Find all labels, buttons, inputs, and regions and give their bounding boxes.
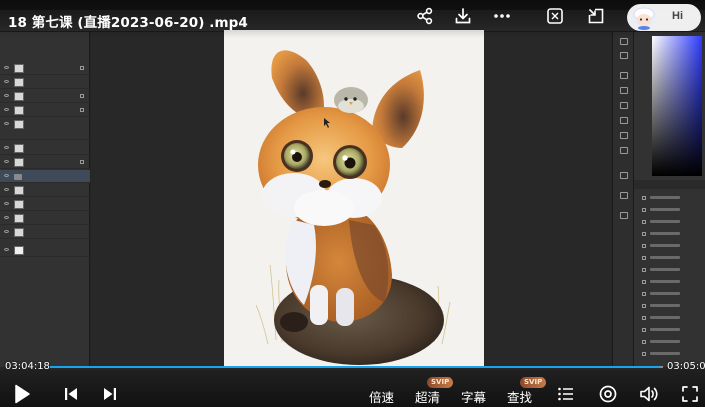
fullscreen-button[interactable]	[679, 383, 701, 405]
settings-button[interactable]	[597, 383, 619, 405]
volume-icon	[640, 386, 658, 402]
video-frame	[0, 0, 705, 407]
ps-layer-row	[0, 62, 90, 75]
ps-right-tabs	[634, 180, 705, 189]
target-settings-icon	[599, 385, 617, 403]
video-title: 18 第七课 (直播2023-06-20) .mp4	[8, 15, 248, 31]
screenshot-button[interactable]	[543, 4, 567, 28]
fullscreen-icon	[682, 386, 698, 402]
more-button[interactable]	[490, 4, 514, 28]
pip-window-button[interactable]	[584, 4, 608, 28]
ps-layer-group	[0, 170, 90, 183]
ps-layer-row	[0, 76, 90, 89]
subtitle-button[interactable]: 字幕	[461, 387, 486, 406]
search-button[interactable]: 查找	[507, 387, 532, 406]
more-dots-icon	[494, 14, 510, 18]
ps-layer-row	[0, 118, 90, 140]
skip-previous-icon	[65, 388, 77, 400]
player-top-bar: 18 第七课 (直播2023-06-20) .mp4 Hi	[0, 0, 705, 38]
ps-layers-panel	[0, 32, 90, 367]
ps-layer-row	[0, 184, 90, 197]
playlist-button[interactable]	[556, 383, 576, 405]
ps-layer-row	[0, 198, 90, 211]
share-icon	[417, 7, 433, 25]
search-svip-badge: SVIP	[520, 377, 547, 388]
play-icon	[15, 384, 30, 404]
next-button[interactable]	[99, 383, 121, 405]
ps-layer-row	[0, 212, 90, 225]
ps-layer-row	[0, 142, 90, 155]
volume-button[interactable]	[638, 383, 660, 405]
ps-right-panels	[634, 32, 705, 367]
assistant-label: Hi	[672, 10, 683, 22]
playlist-icon	[558, 387, 573, 401]
fox-illustration	[224, 30, 484, 367]
download-button[interactable]	[451, 4, 475, 28]
quality-button[interactable]: 超清	[415, 387, 440, 406]
ps-color-picker	[652, 36, 702, 176]
ps-layer-row	[0, 104, 90, 117]
assistant-avatar-icon	[632, 7, 656, 30]
download-icon	[455, 8, 471, 24]
previous-button[interactable]	[60, 383, 82, 405]
skip-next-icon	[104, 388, 116, 400]
ai-assistant-button[interactable]: Hi	[627, 4, 701, 31]
pip-window-icon	[588, 8, 604, 24]
progress-bar[interactable]	[50, 366, 663, 368]
ps-toolstrip	[612, 32, 634, 367]
ps-layer-row	[0, 226, 90, 239]
ps-layer-row	[0, 244, 90, 257]
ps-layer-row	[0, 156, 90, 169]
share-button[interactable]	[413, 4, 437, 28]
fox-artwork	[255, 50, 451, 365]
progress-fill	[50, 366, 659, 368]
screenshot-icon	[547, 8, 563, 24]
playback-speed-button[interactable]: 倍速	[369, 387, 394, 406]
ps-layer-row	[0, 90, 90, 103]
play-button[interactable]	[10, 383, 34, 405]
quality-svip-badge: SVIP	[427, 377, 454, 388]
